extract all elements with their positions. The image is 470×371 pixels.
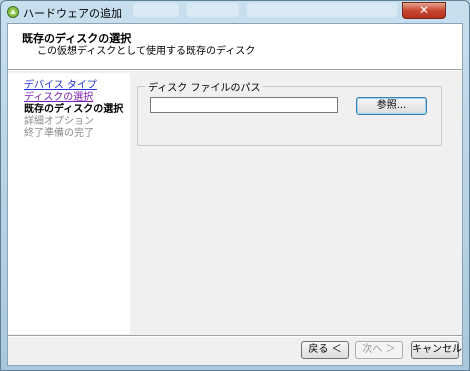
back-button[interactable]: 戻る ＜ xyxy=(301,341,349,359)
header-divider xyxy=(8,69,462,71)
title-bar[interactable]: ハードウェアの追加 ✕ xyxy=(1,1,469,23)
window-title: ハードウェアの追加 xyxy=(23,7,122,20)
add-hardware-window: ハードウェアの追加 ✕ 既存のディスクの選択 この仮想ディスクとして使用する既存… xyxy=(0,0,470,371)
nav-item-ready-to-complete: 終了準備の完了 xyxy=(24,128,94,139)
footer-divider xyxy=(8,335,462,337)
hardware-icon xyxy=(7,6,19,18)
disk-path-input[interactable] xyxy=(150,97,338,113)
background-window-tab xyxy=(187,3,239,17)
dialog-body: 既存のディスクの選択 この仮想ディスクとして使用する既存のディスク デバイス タ… xyxy=(7,23,463,366)
browse-button[interactable]: 参照... xyxy=(356,97,427,115)
close-button[interactable]: ✕ xyxy=(402,2,446,19)
cancel-button[interactable]: キャンセル xyxy=(411,341,462,359)
disk-path-group-label: ディスク ファイルのパス xyxy=(145,79,264,94)
background-window-tab xyxy=(247,3,397,17)
disk-path-group xyxy=(137,86,442,146)
close-icon: ✕ xyxy=(418,3,430,17)
wizard-steps-nav: デバイス タイプ ディスクの選択 既存のディスクの選択 詳細オプション 終了準備… xyxy=(8,73,130,334)
next-button[interactable]: 次へ ＞ xyxy=(355,341,403,359)
background-window-tab xyxy=(133,3,179,17)
wizard-header: 既存のディスクの選択 この仮想ディスクとして使用する既存のディスク xyxy=(8,24,462,69)
page-subtitle: この仮想ディスクとして使用する既存のディスク xyxy=(37,46,256,57)
